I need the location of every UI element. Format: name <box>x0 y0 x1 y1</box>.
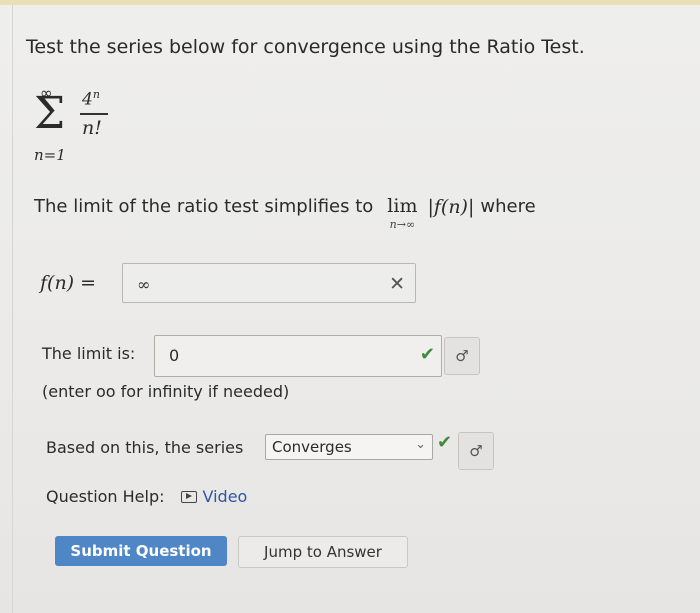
abs-expression: |f(n)| <box>427 196 475 218</box>
jump-to-answer-button[interactable]: Jump to Answer <box>238 536 408 568</box>
help-label: Question Help: <box>46 487 165 506</box>
answer-key-button[interactable]: ♂ <box>458 432 494 470</box>
page: Test the series below for convergence us… <box>0 0 700 613</box>
chevron-down-icon: ⌄ <box>415 437 426 452</box>
series-lower-limit: n=1 <box>34 146 66 164</box>
infinity-hint: (enter oo for infinity if needed) <box>42 382 290 401</box>
lim-word: lim <box>387 195 418 217</box>
fn-input-value: ∞ <box>137 275 151 294</box>
left-divider <box>12 5 13 613</box>
answer-key-button[interactable]: ♂ <box>444 337 480 375</box>
convergence-select-value: Converges <box>272 438 352 456</box>
question-prompt: Test the series below for convergence us… <box>26 36 585 58</box>
limit-text: The limit of the ratio test simplifies t… <box>34 196 374 217</box>
video-icon <box>180 490 197 503</box>
fn-input[interactable]: ∞ ✕ <box>122 263 416 303</box>
limit-operator: lim n→∞ <box>387 196 417 231</box>
limit-input-value: 0 <box>169 346 180 365</box>
video-label: Video <box>202 487 248 506</box>
numerator-base: 4 <box>82 89 93 110</box>
limit-statement: The limit of the ratio test simplifies t… <box>34 196 536 231</box>
series-denominator: n! <box>82 117 102 139</box>
submit-question-button[interactable]: Submit Question <box>55 536 227 566</box>
convergence-select[interactable]: Converges ⌄ <box>265 434 433 460</box>
limit-input[interactable]: 0 ✔ <box>154 335 442 377</box>
series-numerator: 4n <box>82 88 100 110</box>
numerator-exponent: n <box>92 88 100 101</box>
check-mark-icon: ✔ <box>437 432 453 453</box>
lim-subscript: n→∞ <box>389 218 416 231</box>
where-word: where <box>480 196 536 217</box>
video-link[interactable]: Video <box>180 487 248 506</box>
series-expression: ∞ Σ n=1 4n n! <box>34 82 144 172</box>
top-highlight-bar <box>0 0 700 5</box>
sigma-icon: Σ <box>34 88 66 139</box>
limit-label: The limit is: <box>42 344 136 363</box>
check-mark-icon: ✔ <box>419 344 435 365</box>
fn-label: f(n) = <box>40 272 97 294</box>
conclusion-label: Based on this, the series <box>46 438 244 457</box>
question-help: Question Help: Video <box>46 487 247 506</box>
x-mark-icon: ✕ <box>389 273 405 295</box>
fraction-bar <box>80 113 108 115</box>
